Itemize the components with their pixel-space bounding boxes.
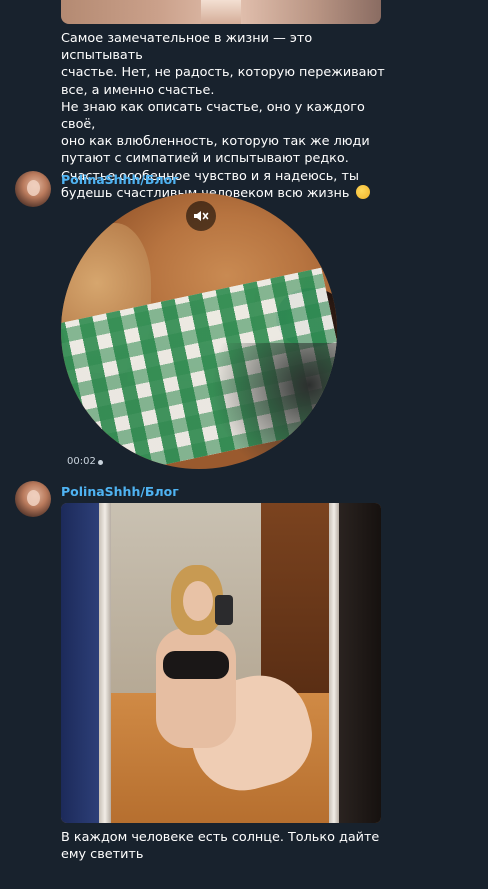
unplayed-dot-icon [98,460,103,465]
photo-detail [329,503,339,823]
round-video-message[interactable] [61,193,337,469]
author-name[interactable]: PolinaShhh/Блог [61,172,179,187]
smiling-face-emoji-icon [355,184,370,199]
video-duration: 00:02 [67,456,96,467]
photo-detail [99,503,111,823]
mute-button[interactable] [186,201,216,231]
speaker-muted-icon [194,211,209,221]
photo-detail [215,595,233,625]
author-name[interactable]: PolinaShhh/Блог [61,484,179,499]
photo-detail [61,503,99,823]
chat-feed: Самое замечательное в жизни — это испыты… [0,0,488,889]
previous-message-photo[interactable] [61,0,381,24]
message-photo[interactable] [61,503,381,823]
photo-detail [163,651,229,679]
photo-detail [339,503,381,823]
avatar[interactable] [15,171,51,207]
photo-detail [183,581,213,621]
avatar[interactable] [15,481,51,517]
message-caption: В каждом человеке есть солнце. Только да… [61,830,380,863]
photo-detail [156,628,236,748]
video-frame-detail [211,343,337,469]
